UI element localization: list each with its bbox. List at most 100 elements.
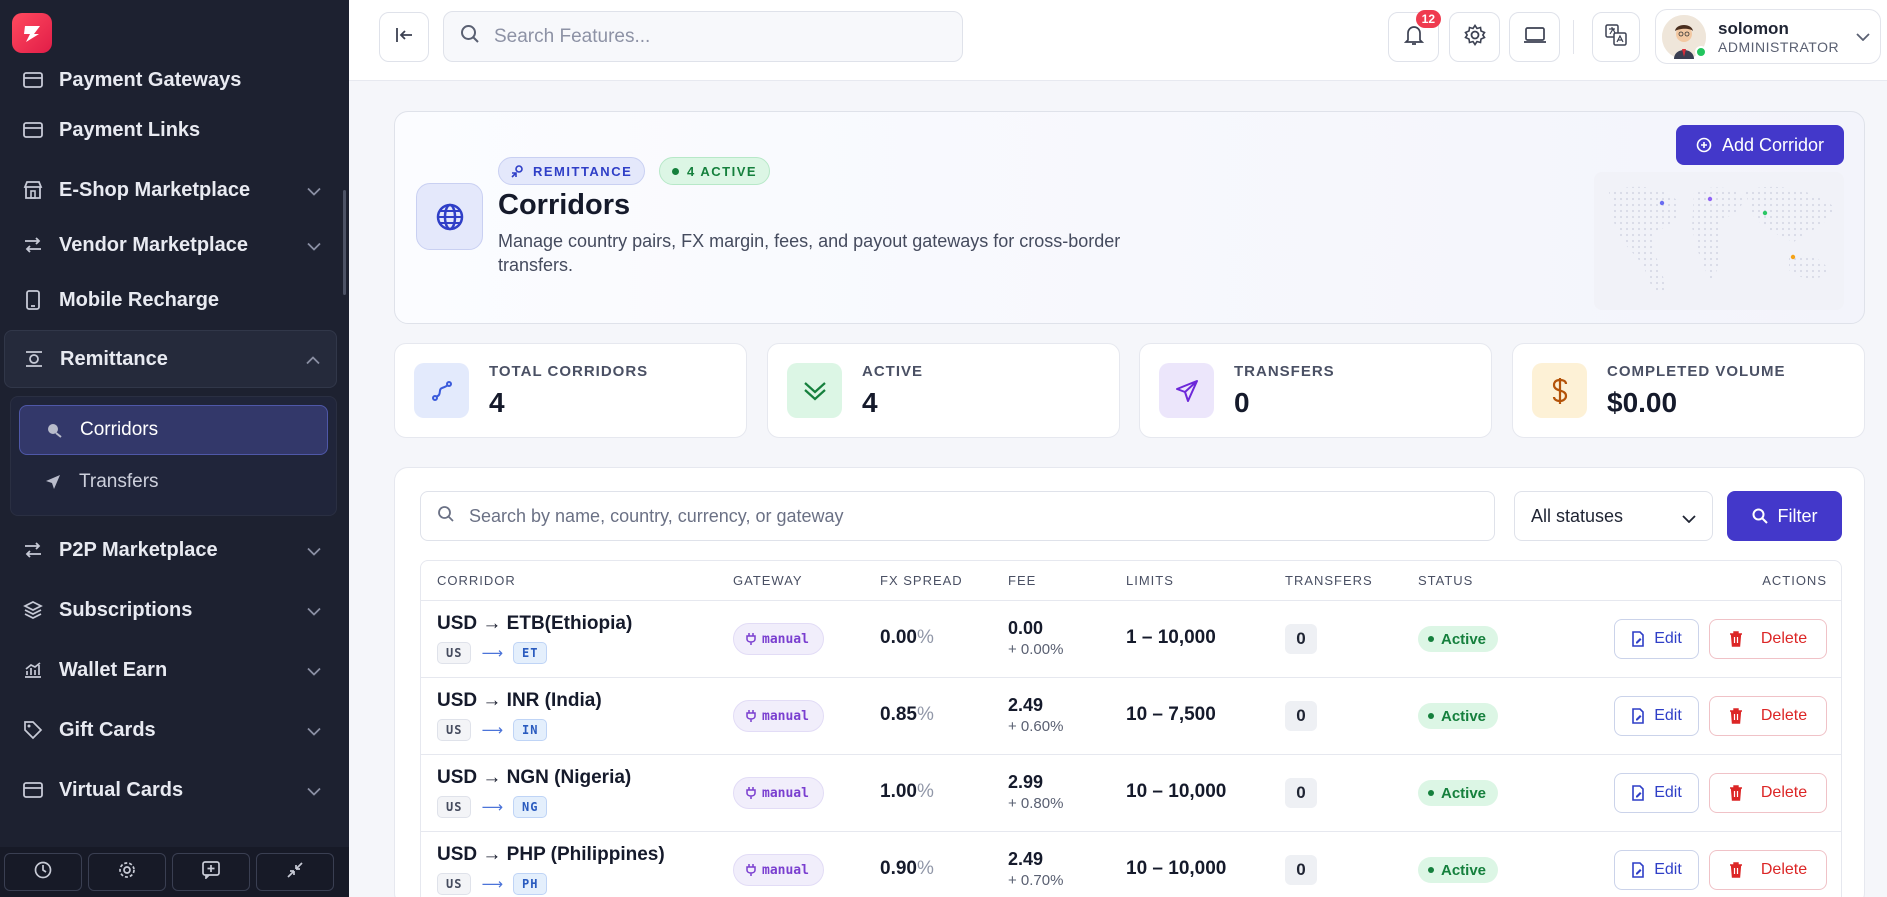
- delete-label: Delete: [1760, 707, 1808, 724]
- status-badge: Active: [1418, 780, 1499, 806]
- globe-icon: [416, 183, 483, 250]
- chevron-down-icon: [307, 779, 321, 802]
- filter-button[interactable]: Filter: [1727, 491, 1842, 541]
- sidebar-item-subscriptions[interactable]: Subscriptions: [0, 580, 349, 640]
- notifications-button[interactable]: 12: [1388, 10, 1441, 62]
- sidebar-item-payment-gateways[interactable]: Payment Gateways: [0, 70, 349, 100]
- sidebar-item-virtual-cards[interactable]: Virtual Cards: [0, 760, 349, 820]
- status-filter-select[interactable]: All statuses: [1514, 491, 1713, 541]
- sidebar-scrollbar[interactable]: [343, 190, 346, 295]
- percent-sign: %: [916, 781, 934, 802]
- fx-spread-value: 1.00: [880, 781, 917, 802]
- status-dot: [1428, 713, 1434, 719]
- sidebar-item-label: Vendor Marketplace: [59, 233, 248, 256]
- sidebar-item-gift-cards[interactable]: Gift Cards: [0, 700, 349, 760]
- history-button[interactable]: [4, 853, 82, 891]
- collapse-button[interactable]: [256, 853, 334, 891]
- language-button[interactable]: [1592, 12, 1640, 62]
- remittance-tag: REMITTANCE: [498, 157, 646, 185]
- plug-icon: [746, 863, 756, 877]
- sidebar-item-label: Remittance: [60, 347, 168, 370]
- edit-button[interactable]: Edit: [1614, 619, 1699, 659]
- sidebar-item-label: Gift Cards: [59, 718, 156, 741]
- edit-icon: [1631, 862, 1645, 878]
- corridor-countries: US ⟶ PH: [437, 873, 548, 895]
- transfers-count: 0: [1285, 701, 1317, 731]
- settings-button[interactable]: [88, 853, 166, 891]
- table-header: CORRIDOR GATEWAY FX SPREAD FEE LIMITS TR…: [421, 561, 1841, 601]
- status-filter-value: All statuses: [1531, 505, 1624, 526]
- delete-label: Delete: [1760, 861, 1808, 878]
- search-icon: [1752, 508, 1768, 524]
- trash-icon: [1729, 631, 1743, 647]
- delete-button[interactable]: Delete: [1709, 696, 1827, 736]
- edit-button[interactable]: Edit: [1614, 696, 1699, 736]
- collapse-left-icon: [395, 27, 413, 48]
- edit-icon: [1631, 708, 1645, 724]
- fee-percent: + 0.00%: [1008, 641, 1064, 658]
- stat-value: $0.00: [1607, 387, 1678, 418]
- sidebar-item-p2p-marketplace[interactable]: P2P Marketplace: [0, 520, 349, 580]
- delete-button[interactable]: Delete: [1709, 773, 1827, 813]
- sidebar-item-vendor-marketplace[interactable]: Vendor Marketplace: [0, 220, 349, 270]
- user-menu[interactable]: solomon ADMINISTRATOR: [1655, 9, 1881, 64]
- sidebar-item-payment-links[interactable]: Payment Links: [0, 100, 349, 160]
- chevron-up-icon: [306, 348, 320, 371]
- to-country-code: NG: [512, 796, 548, 818]
- card-icon: [22, 119, 44, 141]
- edit-label: Edit: [1654, 630, 1682, 647]
- delete-button[interactable]: Delete: [1709, 850, 1827, 890]
- globe-send-icon: [46, 421, 64, 439]
- stat-completed-volume: COMPLETED VOLUME $0.00: [1512, 343, 1865, 438]
- add-corridor-button[interactable]: Add Corridor: [1675, 125, 1844, 165]
- monitor-icon: [1523, 26, 1546, 49]
- chevron-down-icon: [307, 234, 321, 257]
- remittance-submenu: Corridors Transfers: [10, 396, 337, 516]
- topbar: 12 solomon ADMINISTRATOR: [349, 0, 1887, 81]
- route-icon: [414, 363, 469, 418]
- app-logo[interactable]: [12, 13, 52, 53]
- add-message-button[interactable]: [172, 853, 250, 891]
- sidebar-item-mobile-recharge[interactable]: Mobile Recharge: [0, 270, 349, 330]
- edit-button[interactable]: Edit: [1614, 850, 1699, 890]
- delete-label: Delete: [1760, 784, 1808, 801]
- status-badge: Active: [1418, 703, 1499, 729]
- chart-icon: [22, 659, 44, 681]
- chevron-down-icon: [307, 599, 321, 622]
- limits: 10 – 10,000: [1126, 858, 1227, 879]
- gear-icon: [1463, 23, 1486, 51]
- topbar-divider: [1573, 20, 1574, 54]
- col-header-fee: FEE: [1008, 573, 1037, 588]
- table-search-input[interactable]: [469, 505, 1469, 527]
- status-dot: [1428, 636, 1434, 642]
- transfers-count: 0: [1285, 778, 1317, 808]
- corridor-name: USD → PHP (Philippines): [437, 844, 665, 865]
- transfers-count: 0: [1285, 855, 1317, 885]
- sidebar-item-eshop-marketplace[interactable]: E-Shop Marketplace: [0, 160, 349, 220]
- to-country-code: IN: [512, 719, 548, 741]
- delete-button[interactable]: Delete: [1709, 619, 1827, 659]
- fee: 0.00 + 0.00%: [1008, 618, 1063, 658]
- chevron-down-icon: [307, 179, 321, 202]
- gateway-label: manual: [762, 785, 809, 801]
- clock-icon: [34, 861, 52, 884]
- fee: 2.49 + 0.70%: [1008, 849, 1063, 889]
- feature-search-input[interactable]: [494, 25, 934, 48]
- sidebar-bottom-bar: [0, 847, 349, 897]
- percent-sign: %: [916, 627, 934, 648]
- sidebar-item-wallet-earn[interactable]: Wallet Earn: [0, 640, 349, 700]
- settings-button[interactable]: [1449, 12, 1500, 62]
- corridor-countries: US ⟶ NG: [437, 796, 548, 818]
- edit-button[interactable]: Edit: [1614, 773, 1699, 813]
- stat-label: COMPLETED VOLUME: [1607, 363, 1786, 380]
- display-mode-button[interactable]: [1509, 12, 1560, 62]
- send-icon: [1159, 363, 1214, 418]
- sidebar-item-label: Payment Links: [59, 118, 201, 141]
- sidebar-item-remittance[interactable]: Remittance: [4, 330, 337, 388]
- corridors-hero: REMITTANCE 4 ACTIVE Corridors Manage cou…: [394, 111, 1865, 324]
- message-plus-icon: [202, 860, 220, 884]
- arrow-right-icon: ⟶: [481, 722, 503, 739]
- sidebar-subitem-corridors[interactable]: Corridors: [19, 405, 328, 455]
- toggle-sidebar-button[interactable]: [379, 12, 429, 62]
- sidebar-subitem-transfers[interactable]: Transfers: [19, 457, 328, 507]
